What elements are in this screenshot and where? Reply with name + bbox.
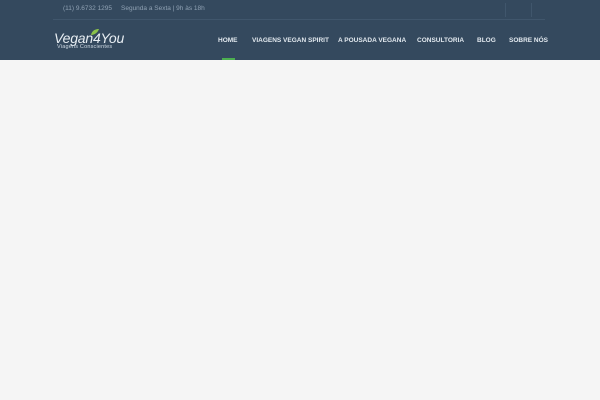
nav-item-a-pousada-vegana[interactable]: A POUSADA VEGANA: [338, 36, 406, 45]
site-header: (11) 9.6732 1295 Segunda a Sexta | 9h às…: [0, 0, 600, 60]
nav-item-blog[interactable]: BLOG: [477, 36, 496, 45]
nav-item-consultoria[interactable]: CONSULTORIA: [417, 36, 464, 45]
nav-item-viagens-vegan-spirit[interactable]: VIAGENS VEGAN SPIRIT: [252, 36, 329, 45]
topbar-divider: [505, 3, 506, 17]
business-hours: Segunda a Sexta | 9h às 18h: [121, 5, 205, 12]
nav-item-home[interactable]: HOME: [218, 36, 238, 45]
main-navigation: HOME VIAGENS VEGAN SPIRIT A POUSADA VEGA…: [0, 20, 600, 60]
topbar-divider: [531, 3, 532, 17]
phone-number[interactable]: (11) 9.6732 1295: [63, 5, 112, 12]
nav-item-sobre-nos[interactable]: SOBRE NÓS: [509, 36, 548, 45]
top-info-bar: (11) 9.6732 1295 Segunda a Sexta | 9h às…: [0, 0, 600, 20]
page-content: [0, 60, 600, 400]
